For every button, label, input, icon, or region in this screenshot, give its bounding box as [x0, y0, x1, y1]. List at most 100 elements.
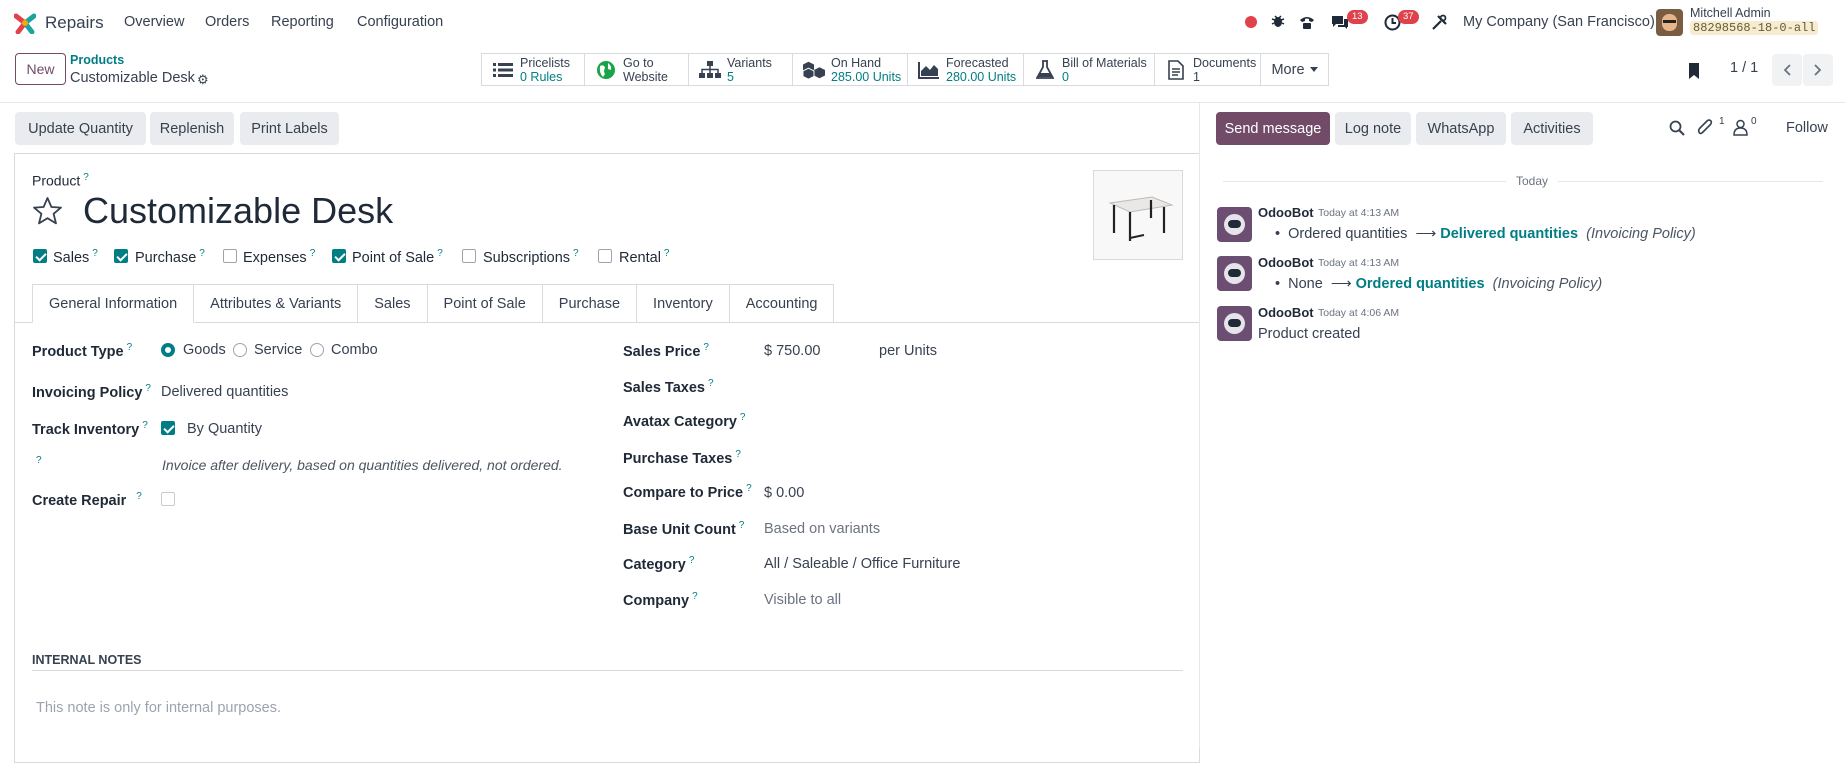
pager-previous-button[interactable] — [1772, 54, 1802, 86]
purchase-checkbox[interactable] — [114, 249, 128, 263]
product-type-goods-radio[interactable] — [161, 343, 175, 357]
create-repair-checkbox[interactable] — [161, 492, 175, 506]
subscriptions-checkbox[interactable] — [462, 249, 476, 263]
activities-button[interactable]: Activities — [1511, 112, 1593, 145]
database-name: 88298568-18-0-all — [1690, 21, 1819, 35]
breadcrumb-parent[interactable]: Products — [70, 53, 124, 67]
product-image[interactable] — [1093, 170, 1183, 260]
new-button[interactable]: New — [15, 53, 66, 85]
product-name[interactable]: Customizable Desk — [83, 190, 393, 232]
tab-purchase[interactable]: Purchase — [542, 284, 638, 323]
desk-image-icon — [1108, 196, 1174, 241]
documents-smart-button[interactable]: Documents 1 — [1154, 53, 1261, 86]
follow-button[interactable]: Follow — [1786, 120, 1828, 136]
expenses-checkbox-label: Expenses? — [243, 248, 316, 266]
record-icon[interactable] — [1245, 16, 1257, 28]
user-avatar[interactable] — [1656, 9, 1683, 36]
help-tooltip-icon[interactable]: ? — [36, 455, 42, 466]
menu-configuration[interactable]: Configuration — [357, 14, 443, 30]
phone-icon[interactable] — [1298, 13, 1316, 31]
track-inventory-label: Track Inventory? — [32, 420, 148, 438]
sales-taxes-label: Sales Taxes? — [623, 378, 714, 396]
search-icon[interactable] — [1669, 120, 1685, 136]
followers-count: 0 — [1751, 116, 1757, 127]
app-logo-icon[interactable] — [14, 12, 36, 34]
smart-button-title: Documents — [1193, 55, 1257, 70]
area-chart-icon — [918, 59, 940, 81]
smart-button-value: 1 — [1193, 69, 1200, 84]
message-author[interactable]: OdooBot — [1258, 255, 1314, 270]
smart-button-title: Go to — [623, 55, 654, 70]
point-of-sale-checkbox-label: Point of Sale? — [352, 248, 443, 266]
website-smart-button[interactable]: Go to Website — [584, 53, 689, 86]
message-author[interactable]: OdooBot — [1258, 305, 1314, 320]
tracking-value: • Ordered quantities ⟶ Delivered quantiti… — [1275, 226, 1696, 242]
bug-icon[interactable] — [1270, 13, 1286, 29]
menu-overview[interactable]: Overview — [124, 14, 184, 30]
chevron-right-icon — [1814, 64, 1822, 76]
product-type-service-radio[interactable] — [233, 343, 247, 357]
menu-orders[interactable]: Orders — [205, 14, 249, 30]
tab-accounting[interactable]: Accounting — [729, 284, 835, 323]
track-inventory-value[interactable]: By Quantity — [187, 421, 262, 437]
print-labels-button[interactable]: Print Labels — [240, 112, 339, 145]
category-select[interactable]: All / Saleable / Office Furniture — [764, 556, 960, 572]
company-switcher[interactable]: My Company (San Francisco) — [1463, 14, 1655, 30]
menu-reporting[interactable]: Reporting — [271, 14, 334, 30]
base-unit-count-label: Base Unit Count? — [623, 520, 745, 538]
internal-notes-title: INTERNAL NOTES — [32, 653, 142, 667]
send-message-button[interactable]: Send message — [1216, 112, 1330, 145]
internal-notes-input[interactable]: This note is only for internal purposes. — [36, 700, 281, 716]
tools-icon[interactable] — [1431, 14, 1448, 31]
sales-checkbox[interactable] — [33, 249, 47, 263]
on-hand-smart-button[interactable]: On Hand 285.00 Units — [792, 53, 908, 86]
odoobot-avatar[interactable] — [1217, 256, 1252, 291]
log-note-button[interactable]: Log note — [1335, 112, 1411, 145]
forecasted-smart-button[interactable]: Forecasted 280.00 Units — [907, 53, 1024, 86]
chat-badge: 13 — [1347, 10, 1368, 24]
track-inventory-checkbox[interactable] — [161, 421, 175, 435]
product-type-service-label: Service — [254, 342, 303, 358]
gear-icon[interactable]: ⚙ — [197, 72, 209, 88]
user-name[interactable]: Mitchell Admin — [1690, 6, 1771, 20]
base-unit-count-value[interactable]: Based on variants — [764, 521, 880, 537]
odoobot-avatar[interactable] — [1217, 306, 1252, 341]
pricelists-smart-button[interactable]: Pricelists 0 Rules — [481, 53, 585, 86]
sales-price-unit: per Units — [879, 343, 938, 359]
expenses-checkbox[interactable] — [223, 249, 237, 263]
rental-checkbox[interactable] — [598, 249, 612, 263]
tab-point-of-sale[interactable]: Point of Sale — [427, 284, 543, 323]
tab-general-information[interactable]: General Information — [32, 284, 195, 323]
pager-next-button[interactable] — [1803, 54, 1833, 86]
more-button[interactable]: More — [1260, 53, 1329, 86]
breadcrumb-current: Customizable Desk — [70, 70, 195, 86]
bom-smart-button[interactable]: Bill of Materials 0 — [1023, 53, 1155, 86]
bookmark-icon[interactable] — [1687, 62, 1701, 80]
document-icon — [1165, 59, 1187, 81]
message-author[interactable]: OdooBot — [1258, 205, 1314, 220]
chatter-divider — [1199, 103, 1200, 748]
point-of-sale-checkbox[interactable] — [332, 249, 346, 263]
whatsapp-button[interactable]: WhatsApp — [1416, 112, 1506, 145]
followers-icon[interactable] — [1733, 119, 1748, 136]
app-name[interactable]: Repairs — [45, 13, 104, 33]
form-tabs: General Information Attributes & Variant… — [32, 284, 835, 323]
tab-sales[interactable]: Sales — [358, 284, 428, 323]
pager-value[interactable]: 1 / 1 — [1730, 60, 1758, 76]
tab-attributes-variants[interactable]: Attributes & Variants — [194, 284, 359, 323]
invoicing-policy-label: Invoicing Policy? — [32, 383, 151, 401]
update-quantity-button[interactable]: Update Quantity — [15, 112, 146, 145]
sales-price-input[interactable]: $ 750.00 — [764, 343, 820, 359]
smart-button-value: 0 Rules — [520, 69, 563, 84]
variants-smart-button[interactable]: Variants 5 — [688, 53, 793, 86]
invoicing-policy-select[interactable]: Delivered quantities — [161, 384, 288, 400]
star-icon[interactable] — [32, 196, 63, 226]
compare-price-input[interactable]: $ 0.00 — [764, 485, 804, 501]
replenish-button[interactable]: Replenish — [150, 112, 234, 145]
product-type-combo-radio[interactable] — [310, 343, 324, 357]
odoobot-avatar[interactable] — [1217, 207, 1252, 242]
tab-inventory[interactable]: Inventory — [637, 284, 730, 323]
company-select[interactable]: Visible to all — [764, 592, 841, 608]
paperclip-icon[interactable] — [1697, 119, 1713, 137]
cubes-icon — [803, 59, 825, 81]
